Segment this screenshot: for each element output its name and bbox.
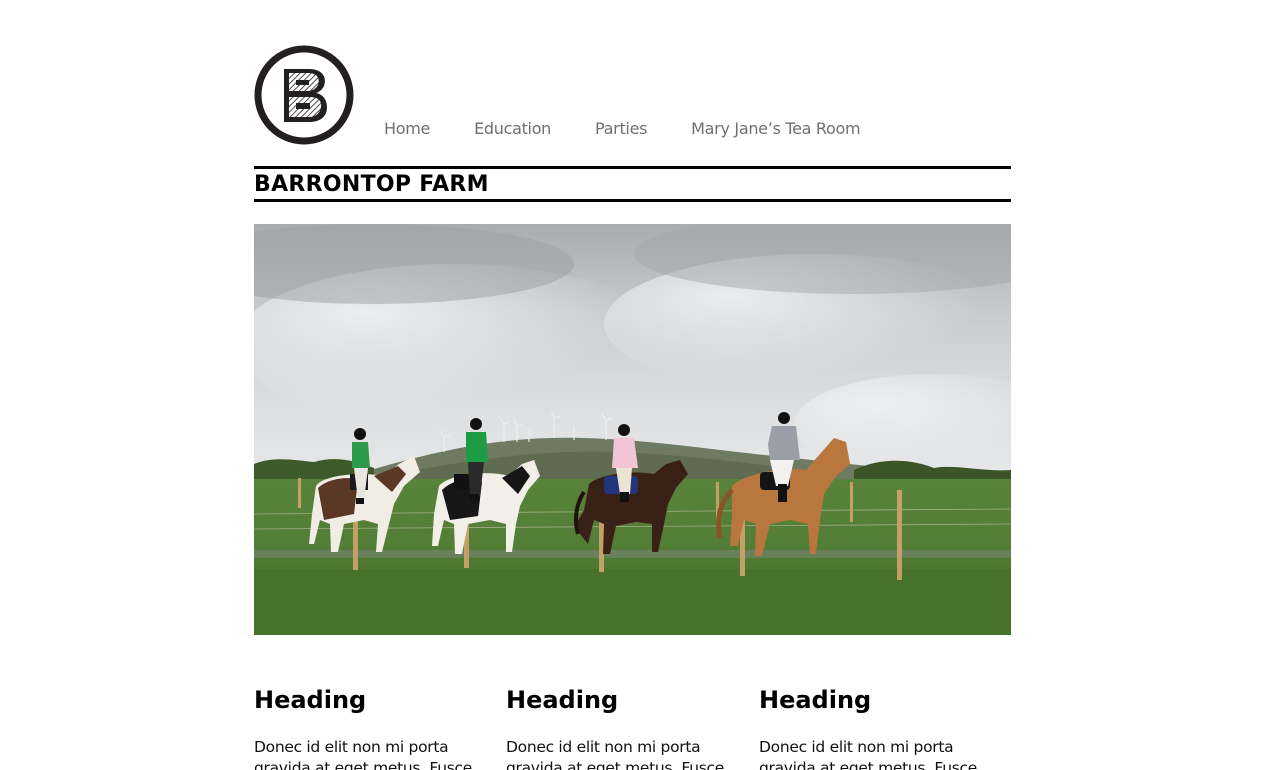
column-heading: Heading xyxy=(254,686,367,714)
nav-item-home[interactable]: Home xyxy=(384,119,430,138)
column-heading: Heading xyxy=(506,686,619,714)
site-logo[interactable] xyxy=(254,45,354,145)
main-nav: Home Education Parties Mary Jane’s Tea R… xyxy=(384,119,904,138)
horse-riders-photo xyxy=(254,224,1011,635)
feature-column: Heading Donec id elit non mi porta gravi… xyxy=(254,683,474,770)
column-text: Donec id elit non mi porta gravida at eg… xyxy=(759,738,977,770)
nav-item-tea-room[interactable]: Mary Jane’s Tea Room xyxy=(691,119,860,138)
site-title: BARRONTOP FARM xyxy=(254,172,489,197)
hero-image xyxy=(254,224,1011,635)
b-logo-icon xyxy=(254,45,354,145)
column-text: Donec id elit non mi porta gravida at eg… xyxy=(506,738,724,770)
column-text: Donec id elit non mi porta gravida at eg… xyxy=(254,738,472,770)
title-bar: BARRONTOP FARM xyxy=(254,166,1011,202)
nav-item-education[interactable]: Education xyxy=(474,119,551,138)
column-heading: Heading xyxy=(759,686,872,714)
nav-item-parties[interactable]: Parties xyxy=(595,119,647,138)
feature-column: Heading Donec id elit non mi porta gravi… xyxy=(506,683,726,770)
feature-column: Heading Donec id elit non mi porta gravi… xyxy=(759,683,979,770)
